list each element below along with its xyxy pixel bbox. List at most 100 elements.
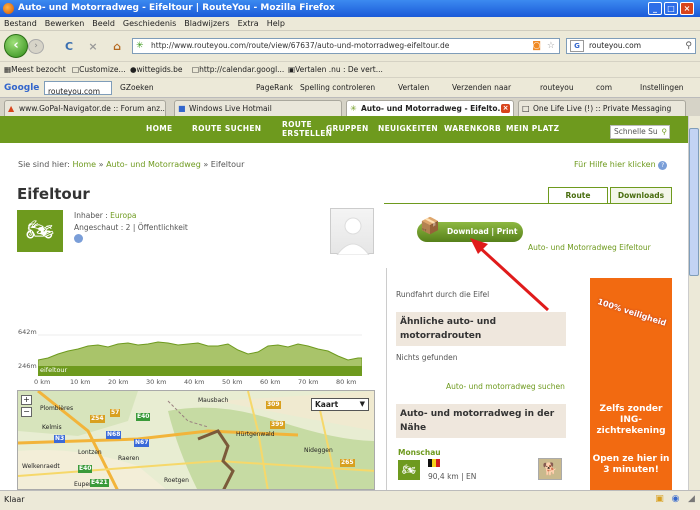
breadcrumb-category[interactable]: Auto- und Motorradweg [106, 160, 201, 169]
bookmarks-bar: ▦ Meest bezocht □ Customize... ● wittegi… [0, 61, 700, 77]
bookmark-customize[interactable]: □ Customize... [72, 62, 126, 78]
x-tick: 10 km [70, 378, 91, 386]
pagerank-indicator[interactable]: PageRank [256, 78, 293, 98]
google-logo: Google [4, 83, 40, 93]
menu-extra[interactable]: Extra [234, 17, 263, 31]
forward-button[interactable]: › [28, 39, 44, 54]
bookmark-meest-bezocht[interactable]: ▦ Meest bezocht [4, 62, 66, 78]
menu-geschiedenis[interactable]: Geschiedenis [119, 17, 180, 31]
stop-icon[interactable]: × [86, 40, 100, 53]
status-text: Klaar [4, 495, 25, 504]
back-button[interactable]: ‹ [4, 34, 28, 58]
road-label: 254 [90, 415, 105, 423]
bookmark-calendar[interactable]: □ http://calendar.googl... [192, 62, 284, 78]
map-city: Mausbach [198, 397, 229, 404]
menu-help[interactable]: Help [263, 17, 289, 31]
page-viewport: HOME ROUTE SUCHEN ROUTE ERSTELLEN GRUPPEN… [0, 116, 688, 490]
map-city: Roetgen [164, 477, 189, 484]
close-tab-icon[interactable]: × [501, 104, 510, 113]
quick-search-input[interactable]: Schnelle Su ⚲ [610, 125, 670, 139]
status-bar: Klaar [0, 490, 700, 510]
ad-text-2: Open ze hier in 3 minuten! [592, 454, 670, 475]
menu-bladwijzers[interactable]: Bladwijzers [180, 17, 233, 31]
search-routes-link[interactable]: Auto- und motorradweg suchen [446, 382, 565, 391]
scrollbar-thumb[interactable] [689, 128, 699, 276]
minimize-button[interactable]: _ [648, 2, 662, 15]
no-results-text: Nichts gefunden [396, 353, 458, 362]
search-icon[interactable]: ⚲ [685, 39, 692, 53]
home-icon[interactable]: ⌂ [110, 40, 124, 53]
road-label: N3 [54, 435, 66, 443]
resize-grip-icon: ◢ [688, 494, 695, 504]
nearby-routes-heading: Auto- und motorradweg in der Nähe [396, 404, 566, 438]
info-icon[interactable] [74, 234, 83, 243]
menu-bewerken[interactable]: Bewerken [41, 17, 89, 31]
help-link[interactable]: Für Hilfe hier klicken ? [574, 160, 668, 170]
page-icon: □ [522, 104, 530, 113]
nearby-route-link[interactable]: Monschau [398, 448, 441, 457]
tab-route[interactable]: Route [548, 187, 608, 204]
star-icon[interactable]: ☆ [547, 39, 555, 53]
nav-warenkorb[interactable]: WARENKORB [444, 124, 501, 133]
vertalen-button[interactable]: Vertalen [398, 78, 429, 98]
reload-icon[interactable]: C [62, 40, 76, 53]
owner-link[interactable]: Europa [110, 211, 136, 220]
instellingen-button[interactable]: Instellingen [640, 78, 684, 98]
nav-route-suchen[interactable]: ROUTE SUCHEN [192, 124, 261, 133]
maximize-button[interactable]: □ [664, 2, 678, 15]
close-button[interactable]: × [680, 2, 694, 15]
x-tick: 60 km [260, 378, 281, 386]
google-search-input[interactable]: routeyou.com [44, 81, 112, 96]
spelling-button[interactable]: Spelling controleren [300, 78, 375, 98]
bookmark-wittegids[interactable]: ● wittegids.be [130, 62, 183, 78]
com-bookmark[interactable]: com [596, 78, 612, 98]
menu-bestand[interactable]: Bestand [0, 17, 41, 31]
nav-neuigkeiten[interactable]: NEUIGKEITEN [378, 124, 438, 133]
map-type-select[interactable]: Kaart ▼ [311, 398, 369, 411]
url-text: http://www.routeyou.com/route/view/67637… [151, 41, 450, 50]
site-favicon: ✳ [136, 41, 144, 51]
routeyou-bookmark[interactable]: routeyou [540, 78, 574, 98]
rss-icon[interactable]: ◙ [532, 39, 541, 53]
update-icon[interactable]: ◉ [670, 494, 681, 505]
url-bar[interactable]: ✳ http://www.routeyou.com/route/view/676… [132, 38, 560, 54]
ad-text-1: Zelfs zonder ING-zichtrekening [596, 404, 666, 436]
download-route-link[interactable]: Auto- und Motorradweg Eifeltour [528, 243, 651, 252]
x-tick: 50 km [222, 378, 243, 386]
bookmark-vertalen[interactable]: ▣ Vertalen .nu : De vert... [288, 62, 383, 78]
map-city: Plombières [40, 405, 74, 412]
browser-search-input[interactable]: G routeyou.com ⚲ [566, 38, 696, 54]
nav-home[interactable]: HOME [146, 124, 172, 133]
nav-gruppen[interactable]: GRUPPEN [326, 124, 369, 133]
tab-underline [384, 203, 671, 204]
google-engine-icon[interactable]: G [570, 40, 584, 52]
x-tick: 80 km [336, 378, 357, 386]
nav-mein-platz[interactable]: MEIN PLATZ [506, 124, 559, 133]
map-zoom-out[interactable]: − [21, 407, 32, 417]
x-tick: 70 km [298, 378, 319, 386]
breadcrumb-home[interactable]: Home [72, 160, 96, 169]
road-label: N67 [134, 439, 150, 447]
google-zoeken-button[interactable]: G Zoeken [120, 78, 154, 98]
map-city: Hürtgenwald [236, 431, 275, 438]
verzenden-button[interactable]: Verzenden naar [452, 78, 511, 98]
tab-hotmail[interactable]: ■ Windows Live Hotmail [174, 100, 342, 117]
tab-downloads[interactable]: Downloads [610, 187, 672, 204]
map-zoom-in[interactable]: + [21, 395, 32, 405]
route-thumbnail[interactable]: 🐕 [538, 458, 562, 480]
nav-route-erstellen[interactable]: ROUTE ERSTELLEN [262, 120, 332, 138]
window-titlebar: Auto- und Motorradweg - Eifeltour | Rout… [0, 0, 700, 17]
menu-beeld[interactable]: Beeld [88, 17, 119, 31]
route-description: Rundfahrt durch die Eifel [396, 290, 490, 299]
road-label: 309 [266, 401, 281, 409]
elevation-route-tag: eifeltour [40, 366, 68, 374]
road-label: E421 [90, 479, 109, 487]
search-icon[interactable]: ⚲ [662, 126, 668, 138]
tab-onelifelive[interactable]: □ One Life Live (!) :: Private Messaging [518, 100, 686, 117]
belgium-flag-icon [428, 459, 440, 467]
download-box-icon: 📦 [420, 216, 440, 235]
tab-gopal[interactable]: ▲ www.GoPal-Navigator.de :: Forum anz... [4, 100, 166, 117]
help-icon: ? [658, 161, 668, 170]
addon-icon[interactable]: ▣ [654, 494, 665, 505]
ing-advertisement[interactable]: 100% veiligheid Zelfs zonder ING-zichtre… [590, 278, 672, 490]
